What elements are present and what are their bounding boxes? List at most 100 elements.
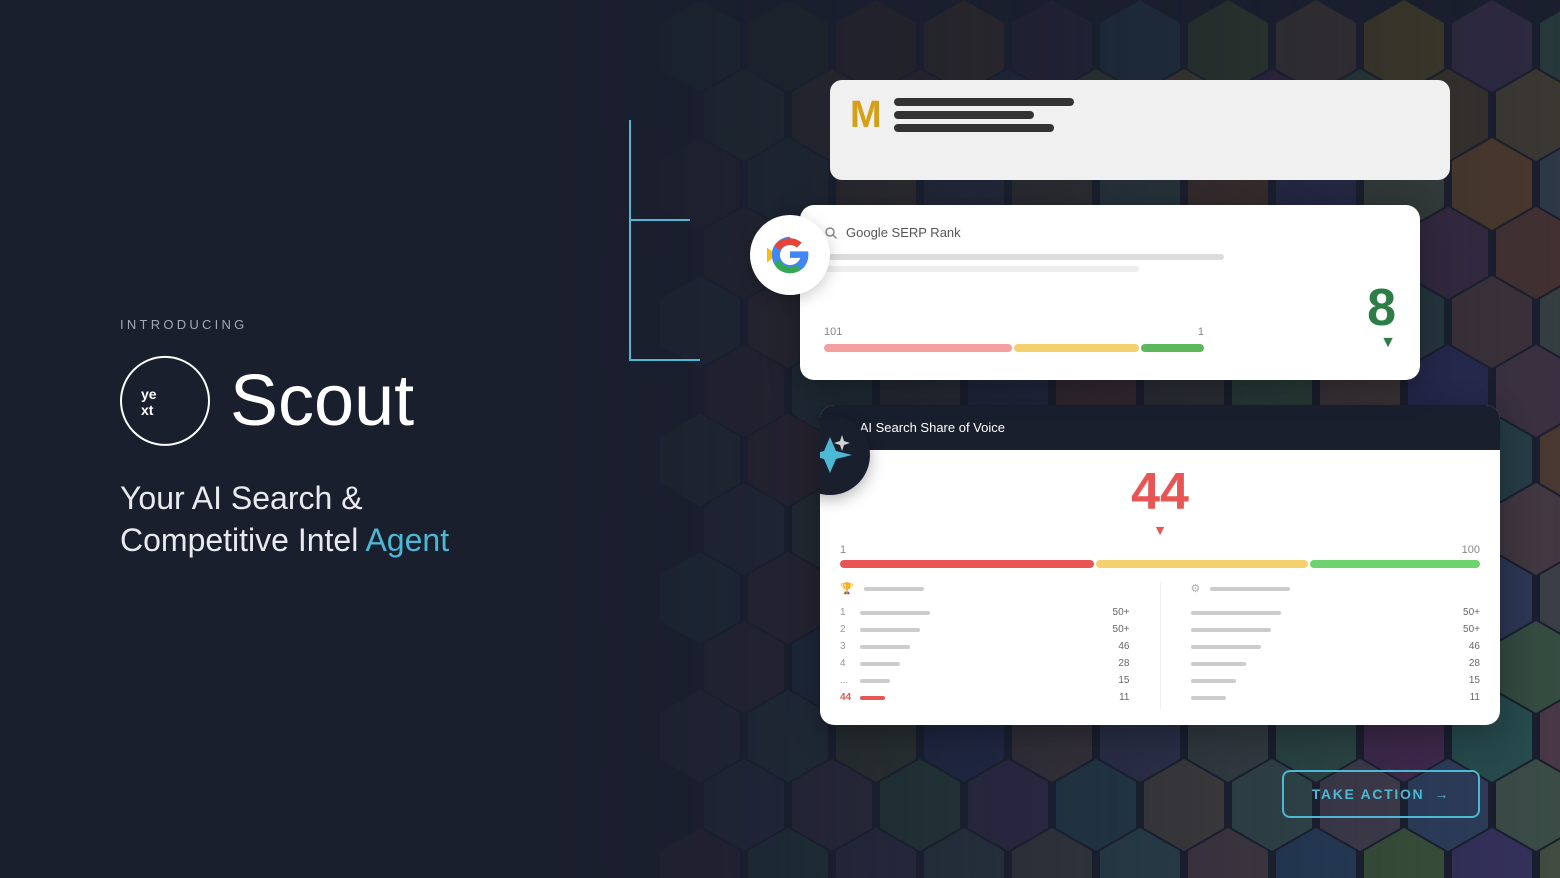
tagline-text-2: Competitive Intel	[120, 522, 358, 558]
header-bar-1	[864, 587, 924, 591]
svg-text:xt: xt	[141, 402, 154, 418]
line-2	[824, 266, 1139, 272]
google-card-label: Google SERP Rank	[846, 225, 961, 240]
row-bar-c2-5	[1191, 679, 1236, 683]
row-score-c2-6: 11	[1470, 692, 1480, 703]
row-bar-4	[860, 662, 900, 666]
google-g-logo	[767, 232, 813, 278]
row-score-1: 50+	[1113, 607, 1130, 618]
mcd-line-1	[894, 98, 1074, 106]
header-bar-2	[1210, 587, 1290, 591]
take-action-label: TAKE ACTION	[1312, 786, 1425, 802]
mcd-text-lines	[894, 98, 1430, 132]
tagline: Your AI Search & Competitive Intel Agent	[120, 478, 449, 561]
row-score-6: 11	[1119, 692, 1129, 703]
row-score-2: 50+	[1113, 624, 1130, 635]
table-row-1-5: ... 15	[840, 675, 1130, 686]
progress-yellow	[1014, 344, 1139, 352]
row-bar-c2-4	[1191, 662, 1246, 666]
row-num-4: 4	[840, 658, 854, 669]
right-content: M Google SERP Rank	[800, 50, 1480, 828]
mcd-logo-row: M	[850, 96, 1430, 134]
row-bar-2	[860, 628, 920, 632]
progress-green	[1141, 344, 1204, 352]
row-score-5: 15	[1118, 675, 1129, 686]
ai-progress-bar	[840, 560, 1480, 568]
row-bar-c2-2	[1191, 628, 1271, 632]
table-row-2-4: 28	[1191, 658, 1481, 669]
table-col-1: 🏆 1 50+ 2 50+ 3	[840, 582, 1130, 709]
row-bar-highlighted	[860, 696, 885, 700]
row-score-4: 28	[1118, 658, 1129, 669]
rank-row: 101 1 8 ▼	[824, 282, 1396, 352]
rank-value: 8	[1367, 282, 1396, 334]
row-bar-c2-1	[1191, 611, 1281, 615]
google-lines-placeholder	[824, 254, 1396, 272]
row-score-c2-1: 50+	[1463, 607, 1480, 618]
table-row-1-1: 1 50+	[840, 607, 1130, 618]
table-divider	[1160, 582, 1161, 709]
rank-progress-bar	[824, 344, 1204, 352]
row-bar-5	[860, 679, 890, 683]
introducing-label: INTRODUCING	[120, 317, 449, 332]
connector-lines	[530, 100, 730, 500]
trophy-icon: 🏆	[840, 582, 854, 595]
row-num-2: 2	[840, 624, 854, 635]
rank-labels-area: 101 1	[824, 326, 1204, 352]
table-row-1-4: 4 28	[840, 658, 1130, 669]
table-header-1: 🏆	[840, 582, 1130, 599]
yext-logo-circle: ye xt	[120, 356, 210, 446]
table-row-2-2: 50+	[1191, 624, 1481, 635]
mcd-line-2	[894, 111, 1034, 119]
card-ai-sov: ✦ AI Search Share of Voice 44 ▼ 1 100	[820, 405, 1500, 725]
table-row-2-highlighted: 11	[1191, 692, 1481, 703]
arrow-right-icon: →	[1434, 786, 1450, 802]
rank-label-right: 1	[1198, 326, 1204, 338]
ai-card-header: ✦ AI Search Share of Voice	[820, 405, 1500, 450]
ai-score-area: 44 ▼	[840, 466, 1480, 544]
left-content: INTRODUCING ye xt Scout Your AI Search &…	[120, 317, 449, 561]
ai-label-right: 100	[1462, 544, 1480, 556]
line-1	[824, 254, 1224, 260]
ai-seg-yellow	[1096, 560, 1308, 568]
table-row-1-3: 3 46	[840, 641, 1130, 652]
ai-card-body: 44 ▼ 1 100 🏆	[820, 450, 1500, 725]
rank-range-labels: 101 1	[824, 326, 1204, 338]
google-card-header: Google SERP Rank	[824, 225, 1396, 240]
take-action-button[interactable]: TAKE ACTION →	[1282, 770, 1480, 818]
table-row-2-1: 50+	[1191, 607, 1481, 618]
row-score-3: 46	[1118, 641, 1129, 652]
tagline-highlight: Agent	[358, 522, 449, 558]
rank-number-area: 8 ▼	[1367, 282, 1396, 352]
table-header-2: ⚙	[1191, 582, 1481, 599]
card-mcdonalds-bg: M	[830, 80, 1450, 180]
table-col-2: ⚙ 50+ 50+ 46	[1191, 582, 1481, 709]
row-score-c2-2: 50+	[1463, 624, 1480, 635]
mcd-line-3	[894, 124, 1054, 132]
ai-score-arrow: ▼	[1131, 522, 1189, 538]
ai-seg-green	[1310, 560, 1480, 568]
row-bar-3	[860, 645, 910, 649]
row-num-3: 3	[840, 641, 854, 652]
row-num-ellipsis: ...	[840, 675, 854, 686]
ai-score-value: 44	[1131, 466, 1189, 518]
svg-text:ye: ye	[141, 386, 157, 402]
scout-title: Scout	[230, 365, 414, 437]
sparkle-diamond-icon	[820, 433, 852, 477]
mcd-arches-icon: M	[850, 96, 882, 134]
google-bubble	[750, 215, 830, 295]
rank-label-left: 101	[824, 326, 842, 338]
row-score-c2-4: 28	[1469, 658, 1480, 669]
tagline-text-1: Your AI Search &	[120, 480, 363, 516]
table-row-1-highlighted: 44 11	[840, 692, 1130, 703]
row-score-c2-5: 15	[1469, 675, 1480, 686]
row-bar-c2-highlighted	[1191, 696, 1226, 700]
row-num-44: 44	[840, 692, 854, 703]
ai-table: 🏆 1 50+ 2 50+ 3	[840, 582, 1480, 709]
ai-seg-red	[840, 560, 1094, 568]
gear-icon: ⚙	[1191, 582, 1201, 595]
ai-score-block: 44 ▼	[1131, 466, 1189, 544]
yext-logo-svg: ye xt	[137, 379, 193, 423]
row-num-1: 1	[840, 607, 854, 618]
ai-label-left: 1	[840, 544, 846, 556]
